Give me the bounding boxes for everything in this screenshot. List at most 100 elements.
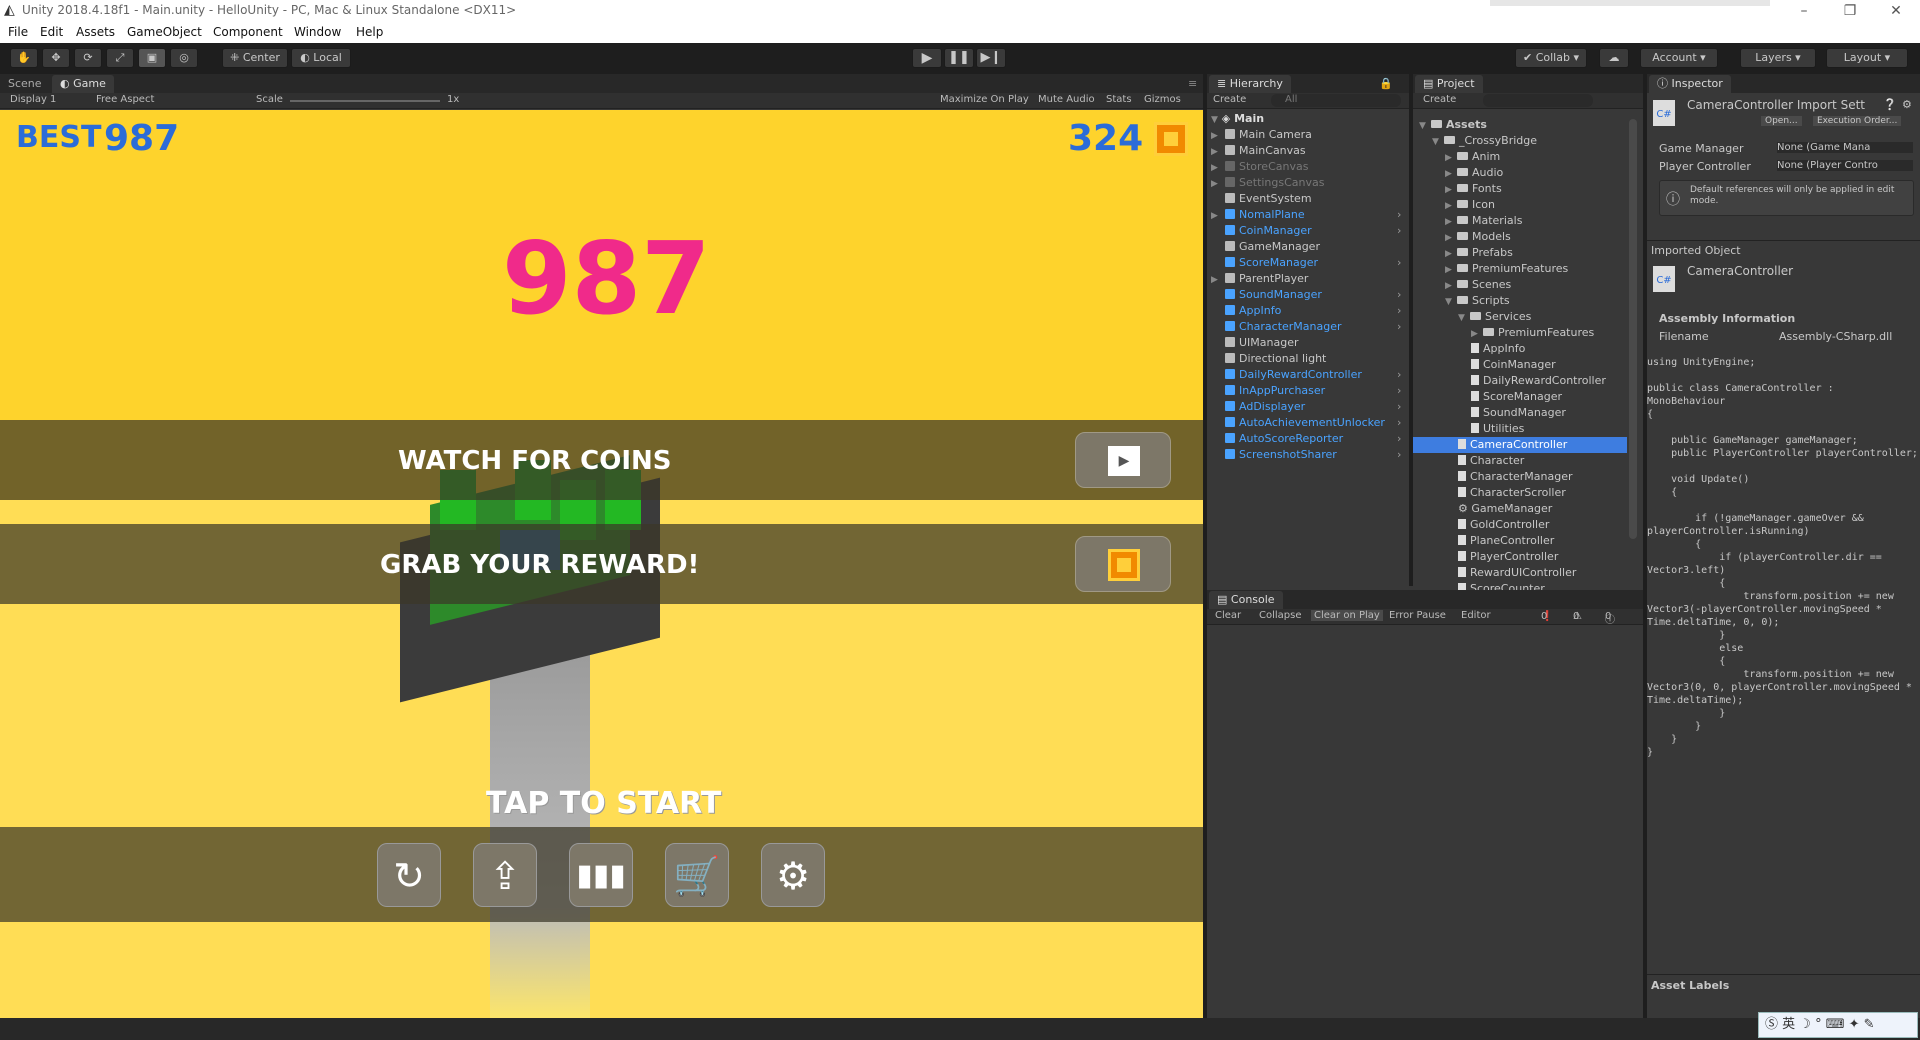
expand-arrow-icon[interactable]: ▶ (1211, 144, 1225, 160)
project-item[interactable]: ▶ Models (1445, 229, 1511, 245)
rect-tool-icon[interactable]: ▣ (138, 48, 166, 68)
restart-icon[interactable]: ↻ (377, 843, 441, 907)
stats-toggle[interactable]: Stats (1106, 94, 1132, 105)
hierarchy-item[interactable]: ScreenshotSharer › (1211, 447, 1405, 463)
tab-project[interactable]: ▤ Project (1415, 75, 1483, 93)
transform-tool-icon[interactable]: ◎ (170, 48, 198, 68)
menu-help[interactable]: Help (356, 25, 383, 39)
hierarchy-item[interactable]: ScoreManager › (1211, 255, 1405, 271)
hierarchy-item[interactable]: DailyRewardController › (1211, 367, 1405, 383)
expand-arrow-icon[interactable]: ▼ (1445, 294, 1457, 310)
hierarchy-item[interactable]: AppInfo › (1211, 303, 1405, 319)
expand-arrow-icon[interactable]: ▶ (1471, 326, 1483, 342)
hand-tool-icon[interactable]: ✋ (10, 48, 38, 68)
project-item[interactable]: CharacterScroller (1458, 485, 1566, 501)
aspect-select[interactable]: Free Aspect (96, 94, 154, 105)
gizmos-toggle[interactable]: Gizmos (1144, 94, 1181, 105)
prefab-open-chevron-icon[interactable]: › (1397, 223, 1401, 239)
hierarchy-item[interactable]: ▶ ParentPlayer (1211, 271, 1405, 287)
hierarchy-item[interactable]: ▶ Main Camera (1211, 127, 1405, 143)
hierarchy-item[interactable]: AdDisplayer › (1211, 399, 1405, 415)
game-manager-field[interactable]: None (Game Mana (1777, 142, 1913, 153)
expand-arrow-icon[interactable]: ▶ (1445, 150, 1457, 166)
expand-arrow-icon[interactable]: ▼ (1458, 310, 1470, 326)
play-button[interactable]: ▶ (912, 48, 942, 68)
tap-to-start[interactable]: TAP TO START (486, 786, 721, 821)
tab-inspector[interactable]: ⓘ Inspector (1649, 75, 1731, 93)
step-button[interactable]: ▶❙ (976, 48, 1006, 68)
cloud-icon[interactable]: ☁ (1599, 48, 1629, 68)
settings-icon[interactable]: ⚙ (1902, 98, 1912, 111)
pane-menu-icon[interactable]: ≡ (1188, 77, 1197, 90)
hierarchy-item[interactable]: UIManager (1211, 335, 1405, 351)
project-item[interactable]: ⚙ GameManager (1458, 501, 1552, 517)
hierarchy-item[interactable]: ▶ NomalPlane › (1211, 207, 1405, 223)
player-controller-field[interactable]: None (Player Contro (1777, 160, 1913, 171)
project-item[interactable]: ▶ Anim (1445, 149, 1500, 165)
project-item[interactable]: ▼ Services (1458, 309, 1531, 325)
expand-arrow-icon[interactable]: ▶ (1445, 230, 1457, 246)
project-item[interactable]: ▶ Materials (1445, 213, 1522, 229)
scene-root-main[interactable]: ▼ ◈ Main (1211, 111, 1407, 127)
mute-audio-toggle[interactable]: Mute Audio (1038, 94, 1095, 105)
project-search-input[interactable] (1483, 94, 1593, 107)
project-item[interactable]: ▶ Scenes (1445, 277, 1511, 293)
menu-assets[interactable]: Assets (76, 25, 115, 39)
menu-gameobject[interactable]: GameObject (127, 25, 202, 39)
help-icon[interactable]: ❔ (1883, 98, 1897, 111)
console-clear[interactable]: Clear (1215, 610, 1241, 621)
pivot-local-button[interactable]: ◐ Local (291, 48, 351, 68)
expand-arrow-icon[interactable]: ▶ (1211, 176, 1225, 192)
console-clear-on-play[interactable]: Clear on Play (1311, 610, 1383, 621)
scale-slider[interactable] (290, 100, 440, 102)
scale-tool-icon[interactable]: ⤢ (106, 48, 134, 68)
menu-window[interactable]: Window (294, 25, 341, 39)
prefab-open-chevron-icon[interactable]: › (1397, 415, 1401, 431)
hierarchy-search-input[interactable]: All (1271, 94, 1401, 107)
watch-video-button[interactable]: ▶ (1075, 432, 1171, 488)
project-item[interactable]: ▼ _CrossyBridge (1432, 133, 1537, 149)
prefab-open-chevron-icon[interactable]: › (1397, 319, 1401, 335)
layers-button[interactable]: Layers ▾ (1740, 48, 1816, 68)
close-button[interactable]: ✕ (1873, 1, 1919, 21)
project-item[interactable]: ▶ Prefabs (1445, 245, 1513, 261)
project-create[interactable]: Create (1423, 94, 1456, 105)
prefab-open-chevron-icon[interactable]: › (1397, 303, 1401, 319)
expand-arrow-icon[interactable]: ▶ (1445, 262, 1457, 278)
shop-cart-icon[interactable]: 🛒 (665, 843, 729, 907)
project-item[interactable]: GoldController (1458, 517, 1549, 533)
project-item[interactable]: CoinManager (1471, 357, 1556, 373)
project-item[interactable]: DailyRewardController (1471, 373, 1606, 389)
collab-button[interactable]: ✔ Collab ▾ (1515, 48, 1587, 68)
project-item[interactable]: ▼ Assets (1419, 117, 1487, 133)
menu-file[interactable]: File (8, 25, 28, 39)
hierarchy-item[interactable]: GameManager (1211, 239, 1405, 255)
layout-button[interactable]: Layout ▾ (1826, 48, 1908, 68)
menu-component[interactable]: Component (213, 25, 283, 39)
project-item[interactable]: ▶ Icon (1445, 197, 1495, 213)
leaderboard-icon[interactable]: ▮▮▮ (569, 843, 633, 907)
expand-arrow-icon[interactable]: ▼ (1419, 118, 1431, 134)
project-item[interactable]: ▶ Audio (1445, 165, 1503, 181)
tab-hierarchy[interactable]: ≣ Hierarchy (1209, 75, 1291, 93)
expand-arrow-icon[interactable]: ▶ (1445, 166, 1457, 182)
project-item[interactable]: Utilities (1471, 421, 1524, 437)
account-button[interactable]: Account ▾ (1640, 48, 1718, 68)
prefab-open-chevron-icon[interactable]: › (1397, 383, 1401, 399)
grab-reward-button[interactable] (1075, 536, 1171, 592)
hierarchy-item[interactable]: EventSystem (1211, 191, 1405, 207)
rotate-tool-icon[interactable]: ⟳ (74, 48, 102, 68)
expand-arrow-icon[interactable]: ▶ (1445, 182, 1457, 198)
prefab-open-chevron-icon[interactable]: › (1397, 367, 1401, 383)
move-tool-icon[interactable]: ✥ (42, 48, 70, 68)
prefab-open-chevron-icon[interactable]: › (1397, 255, 1401, 271)
expand-arrow-icon[interactable]: ▶ (1211, 208, 1225, 224)
project-item[interactable]: AppInfo (1471, 341, 1525, 357)
maximize-on-play-toggle[interactable]: Maximize On Play (940, 94, 1029, 105)
expand-arrow-icon[interactable]: ▶ (1445, 214, 1457, 230)
project-item[interactable]: Character (1458, 453, 1524, 469)
hierarchy-item[interactable]: Directional light (1211, 351, 1405, 367)
hierarchy-item[interactable]: ▶ SettingsCanvas (1211, 175, 1405, 191)
display-select[interactable]: Display 1 (10, 94, 56, 105)
project-item[interactable]: ▶ PremiumFeatures (1445, 261, 1568, 277)
